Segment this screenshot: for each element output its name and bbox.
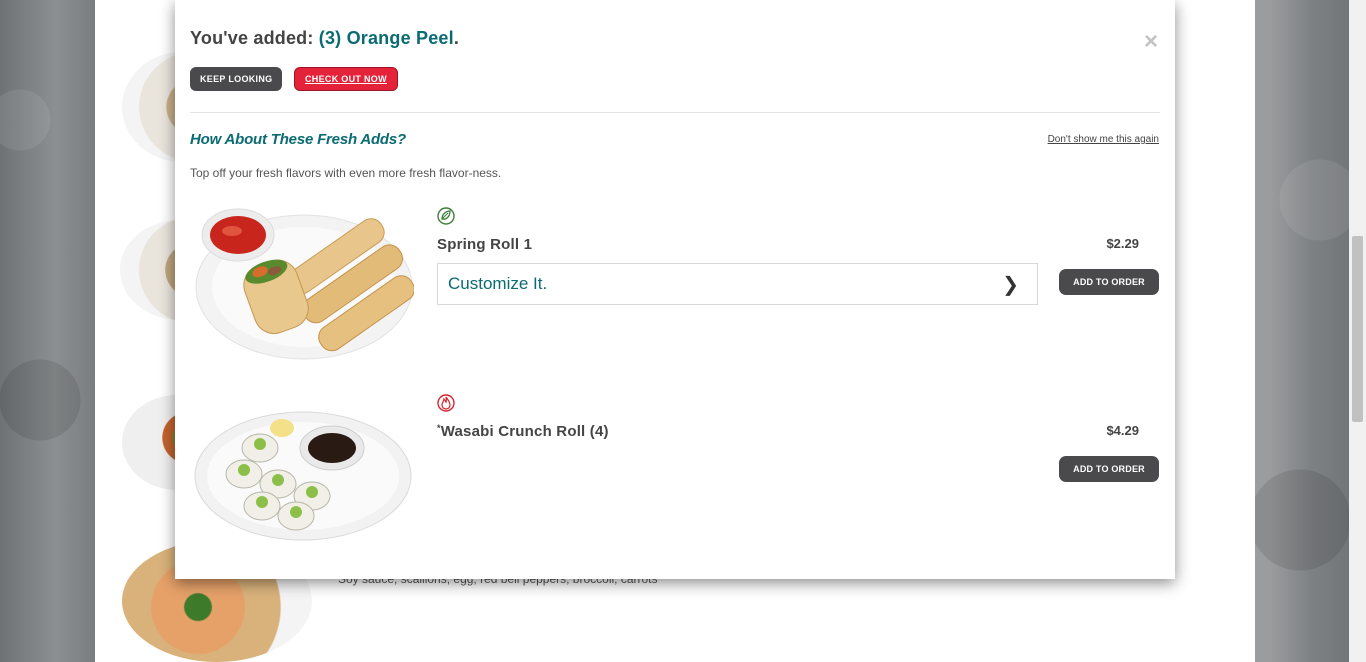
wasabi-crunch-roll-price: $4.29 <box>1106 423 1139 438</box>
spring-roll-image <box>195 208 414 360</box>
close-icon[interactable]: × <box>1144 30 1158 54</box>
spring-roll-price: $2.29 <box>1106 236 1139 251</box>
customize-it-label: Customize It. <box>448 274 548 293</box>
wasabi-crunch-roll-image <box>194 411 412 541</box>
scrollbar-thumb[interactable] <box>1352 236 1363 422</box>
added-item-name: (3) Orange Peel <box>318 28 454 48</box>
divider <box>190 112 1160 113</box>
page-scrollbar[interactable] <box>1349 0 1366 662</box>
leaf-icon <box>437 207 455 225</box>
add-wasabi-crunch-roll-button[interactable]: ADD TO ORDER <box>1059 456 1159 482</box>
flame-icon <box>437 394 455 412</box>
wasabi-crunch-roll-name: *Wasabi Crunch Roll (4) <box>437 423 609 440</box>
added-to-order-modal: You've added: (3) Orange Peel. × KEEP LO… <box>175 0 1175 579</box>
keep-looking-button[interactable]: KEEP LOOKING <box>190 67 283 91</box>
add-spring-roll-button[interactable]: ADD TO ORDER <box>1059 269 1159 295</box>
check-out-now-button[interactable]: CHECK OUT NOW <box>294 67 398 91</box>
fresh-adds-title: How About These Fresh Adds? <box>190 131 406 148</box>
customize-it-select[interactable]: Customize It. ❯ <box>437 263 1038 305</box>
added-prefix: You've added: <box>190 28 319 48</box>
fresh-adds-subtitle: Top off your fresh flavors with even mor… <box>190 166 502 180</box>
dont-show-again-link[interactable]: Don't show me this again <box>1048 134 1159 145</box>
added-confirmation: You've added: (3) Orange Peel. <box>190 28 459 49</box>
chevron-right-icon: ❯ <box>1002 274 1019 296</box>
wasabi-crunch-roll-label: Wasabi Crunch Roll (4) <box>440 423 609 440</box>
added-suffix: . <box>453 28 460 48</box>
spring-roll-name: Spring Roll 1 <box>437 236 533 253</box>
